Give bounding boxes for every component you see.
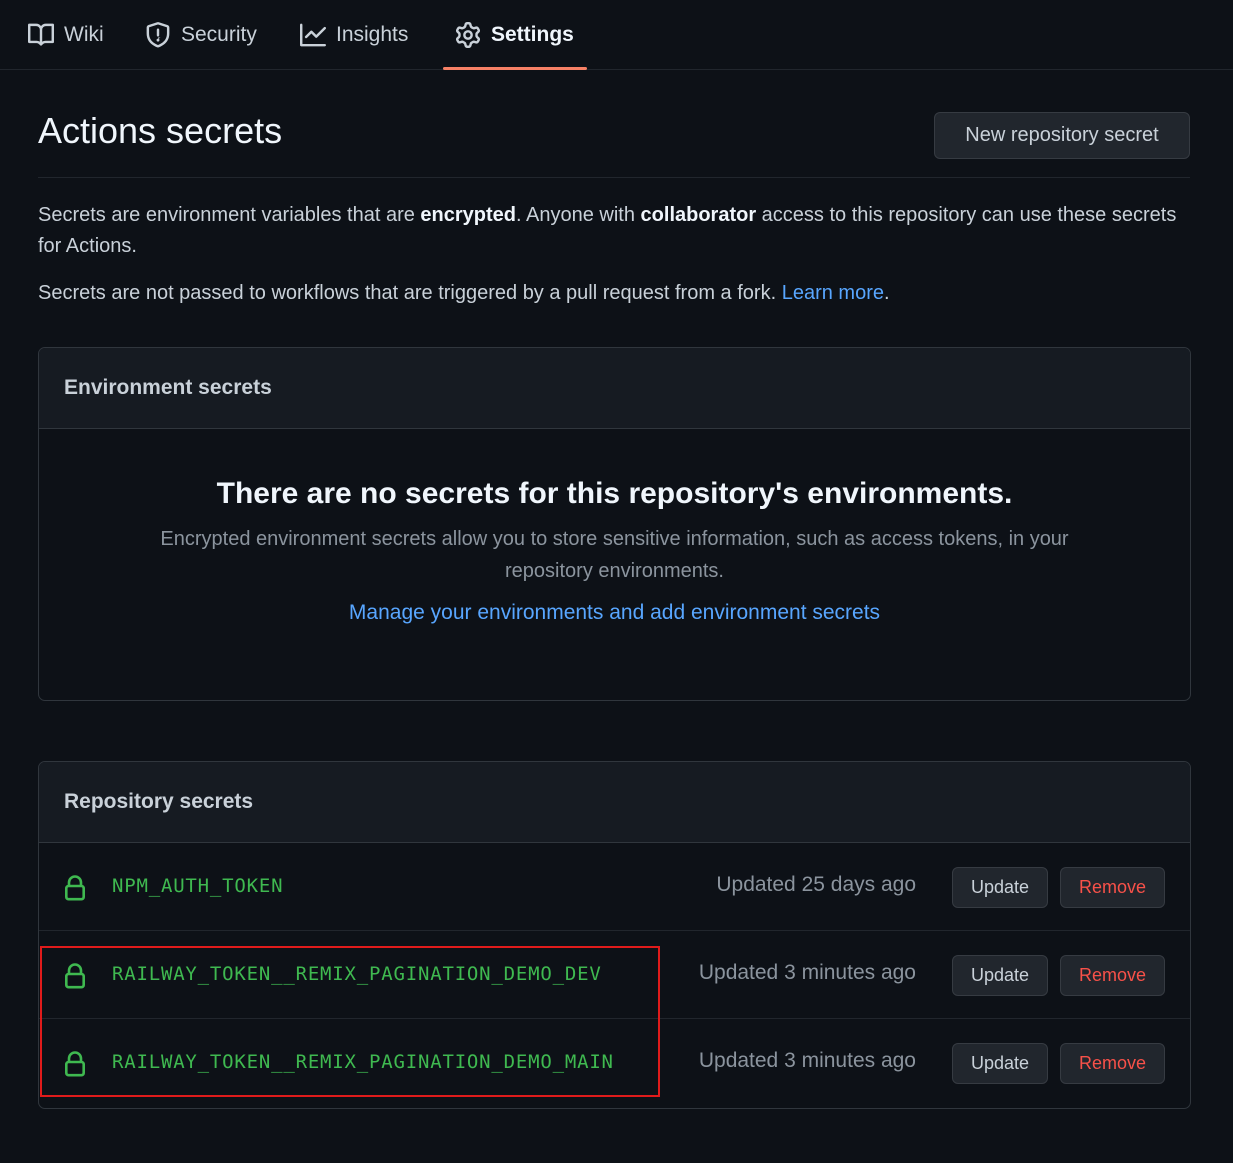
secret-updated-time: Updated 3 minutes ago: [698, 1049, 916, 1072]
repo-nav-tabs: Wiki Security Insights Settings: [0, 0, 1233, 70]
secrets-description: Secrets are environment variables that a…: [38, 200, 1198, 262]
secret-updated-time: Updated 25 days ago: [716, 873, 916, 896]
secret-row: NPM_AUTH_TOKEN Updated 25 days ago Updat…: [39, 843, 1190, 931]
empty-state-title: There are no secrets for this repository…: [216, 477, 1013, 510]
active-tab-underline: [443, 67, 587, 70]
manage-environments-link[interactable]: Manage your environments and add environ…: [349, 601, 880, 625]
secret-row: RAILWAY_TOKEN__REMIX_PAGINATION_DEMO_DEV…: [39, 931, 1190, 1019]
desc-bold-encrypted: encrypted: [420, 204, 517, 226]
desc-text: . Anyone with: [516, 204, 641, 226]
lock-icon: [64, 963, 85, 989]
remove-secret-button[interactable]: Remove: [1060, 1043, 1165, 1084]
update-secret-button[interactable]: Update: [952, 1043, 1048, 1084]
desc-bold-collaborator: collaborator: [640, 204, 757, 226]
tab-settings[interactable]: Settings: [455, 0, 574, 70]
tab-insights[interactable]: Insights: [300, 0, 408, 70]
desc-text: Secrets are environment variables that a…: [38, 204, 421, 226]
header-divider: [38, 177, 1190, 178]
tab-security-label: Security: [181, 23, 257, 46]
environment-secrets-heading: Environment secrets: [39, 348, 1190, 429]
tab-settings-label: Settings: [491, 23, 574, 46]
remove-secret-button[interactable]: Remove: [1060, 867, 1165, 908]
update-secret-button[interactable]: Update: [952, 867, 1048, 908]
page-title: Actions secrets: [38, 110, 283, 151]
book-icon: [28, 23, 54, 46]
tab-wiki[interactable]: Wiki: [28, 0, 104, 70]
learn-more-link[interactable]: Learn more: [782, 282, 884, 304]
environment-empty-state: There are no secrets for this repository…: [39, 429, 1190, 625]
empty-state-description: Encrypted environment secrets allow you …: [160, 528, 1069, 582]
secret-updated-time: Updated 3 minutes ago: [698, 961, 916, 984]
new-repository-secret-button[interactable]: New repository secret: [934, 112, 1190, 159]
repository-secrets-box: Repository secrets NPM_AUTH_TOKEN Update…: [38, 761, 1191, 1109]
secret-row: RAILWAY_TOKEN__REMIX_PAGINATION_DEMO_MAI…: [39, 1019, 1190, 1107]
lock-icon: [64, 1051, 85, 1077]
fork-note-period: .: [883, 282, 890, 304]
gear-icon: [455, 22, 481, 48]
secret-name: NPM_AUTH_TOKEN: [112, 875, 284, 897]
graph-icon: [300, 23, 326, 47]
tab-wiki-label: Wiki: [64, 23, 104, 46]
tab-insights-label: Insights: [336, 23, 409, 46]
fork-note: Secrets are not passed to workflows that…: [38, 278, 1198, 309]
update-secret-button[interactable]: Update: [952, 955, 1048, 996]
fork-note-text: Secrets are not passed to workflows that…: [38, 282, 782, 304]
environment-secrets-box: Environment secrets There are no secrets…: [38, 347, 1191, 701]
secret-name: RAILWAY_TOKEN__REMIX_PAGINATION_DEMO_DEV: [112, 963, 602, 985]
shield-icon: [146, 22, 170, 48]
lock-icon: [64, 875, 85, 901]
remove-secret-button[interactable]: Remove: [1060, 955, 1165, 996]
tab-security[interactable]: Security: [145, 0, 257, 70]
secret-name: RAILWAY_TOKEN__REMIX_PAGINATION_DEMO_MAI…: [112, 1051, 614, 1073]
repository-secrets-heading: Repository secrets: [39, 762, 1190, 843]
